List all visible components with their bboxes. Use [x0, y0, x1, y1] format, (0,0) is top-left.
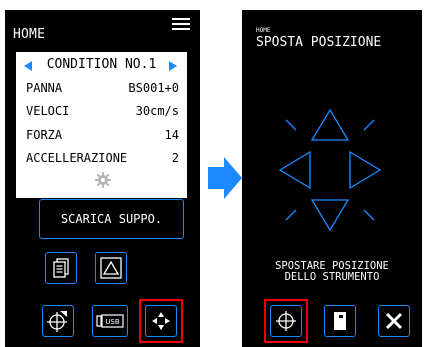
screen-title: SPOSTA POSIZIONE — [256, 35, 382, 50]
move-position-screen: HOME SPOSTA POSIZIONE SPOSTARE POSIZIONE… — [242, 10, 422, 347]
direction-pad — [278, 108, 382, 232]
right-arrow-button[interactable] — [349, 150, 382, 190]
down-arrow-button[interactable] — [310, 199, 350, 232]
menu-icon[interactable] — [172, 18, 190, 31]
param-key: ACCELLERAZIONE — [26, 151, 128, 165]
left-arrow-button[interactable] — [278, 150, 311, 190]
down-right-diagonal-button[interactable] — [363, 209, 375, 221]
param-key: FORZA — [26, 128, 63, 142]
breadcrumb: HOME — [256, 27, 271, 34]
param-row-accellerazione[interactable]: ACCELLERAZIONE 2 — [26, 151, 179, 167]
usb-label: USB — [105, 318, 120, 326]
usb-button[interactable]: USB — [92, 305, 128, 337]
param-key: PANNA — [26, 81, 63, 95]
param-value: BS001+0 — [128, 81, 179, 95]
right-arrow-icon[interactable] — [169, 61, 177, 71]
close-icon — [385, 312, 403, 330]
tool-holder-button[interactable] — [324, 305, 356, 337]
triangle-icon — [100, 257, 122, 279]
highlight-box — [264, 299, 308, 343]
up-left-diagonal-button[interactable] — [285, 119, 297, 131]
condition-label: CONDITION NO.1 — [46, 57, 157, 72]
usb-icon: USB — [96, 314, 124, 328]
param-value: 30cm/s — [135, 104, 179, 118]
document-icon — [53, 258, 69, 278]
highlight-box — [139, 299, 183, 343]
instruction-text: SPOSTARE POSIZIONE DELLO STRUMENTO — [242, 261, 422, 283]
close-button[interactable] — [378, 305, 410, 337]
screen-title: HOME — [13, 27, 46, 42]
test-cut-button[interactable] — [95, 252, 127, 284]
home-screen: HOME CONDITION NO.1 PANNA BS001+0 VELOCI… — [5, 10, 200, 347]
pen-holder-icon — [334, 312, 346, 330]
param-value: 2 — [171, 151, 179, 165]
origin-icon — [47, 311, 67, 332]
up-right-diagonal-button[interactable] — [363, 119, 375, 131]
param-row-panna[interactable]: PANNA BS001+0 — [26, 81, 179, 97]
param-key: VELOCI — [26, 104, 70, 118]
gear-icon[interactable] — [95, 172, 111, 188]
up-arrow-button[interactable] — [310, 108, 350, 141]
param-row-veloci[interactable]: VELOCI 30cm/s — [26, 104, 179, 120]
down-left-diagonal-button[interactable] — [285, 209, 297, 221]
param-value: 14 — [164, 128, 179, 142]
right-arrow-pointer — [208, 157, 242, 199]
param-row-forza[interactable]: FORZA 14 — [26, 128, 179, 144]
instruction-line-2: DELLO STRUMENTO — [284, 271, 380, 283]
condition-panel: CONDITION NO.1 PANNA BS001+0 VELOCI 30cm… — [16, 52, 187, 198]
condition-selector: CONDITION NO.1 — [16, 57, 187, 75]
origin-button[interactable] — [42, 305, 74, 337]
feed-media-button[interactable]: SCARICA SUPPO. — [39, 199, 184, 239]
document-button[interactable] — [45, 252, 77, 284]
